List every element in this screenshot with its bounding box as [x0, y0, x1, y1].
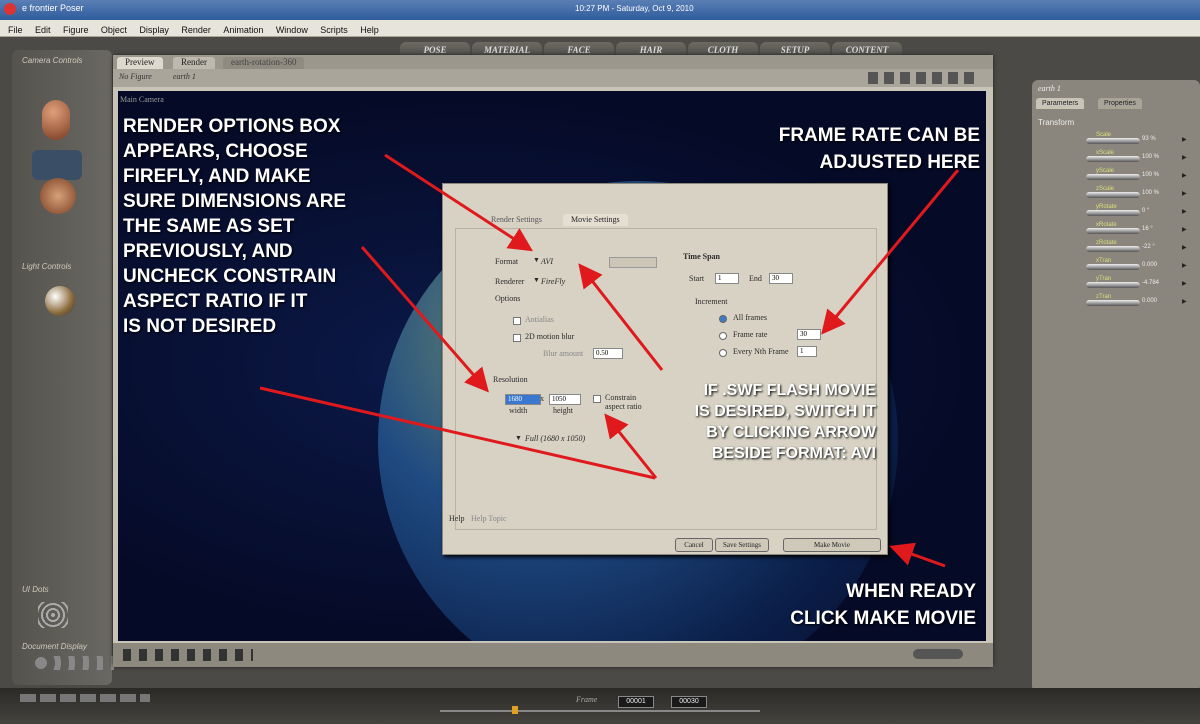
annotation-line: APPEARS, CHOOSE — [123, 141, 308, 162]
annotation-line: BY CLICKING ARROW — [706, 424, 876, 441]
annotation-render-options: RENDER OPTIONS BOX APPEARS, CHOOSE FIREF… — [123, 114, 443, 339]
annotation-line: IS DESIRED, SWITCH IT — [694, 403, 876, 420]
arrow-to-make-movie — [889, 542, 946, 568]
annotation-line: THE SAME AS SET — [123, 216, 295, 237]
annotation-frame-rate: FRAME RATE CAN BE ADJUSTED HERE — [700, 122, 980, 176]
annotation-line: IF .SWF FLASH MOVIE — [703, 382, 876, 399]
annotation-line: ADJUSTED HERE — [819, 152, 980, 173]
annotation-line: CLICK MAKE MOVIE — [790, 608, 976, 629]
annotation-line: SURE DIMENSIONS ARE — [123, 191, 347, 212]
annotation-arrows — [259, 153, 960, 568]
annotation-swf: IF .SWF FLASH MOVIE IS DESIRED, SWITCH I… — [640, 380, 876, 464]
arrow-to-constrain-line — [259, 386, 656, 480]
annotation-make-movie: WHEN READY CLICK MAKE MOVIE — [700, 578, 976, 632]
annotation-line: BESIDE FORMAT: AVI — [711, 445, 876, 462]
annotation-line: WHEN READY — [846, 581, 976, 602]
annotation-line: PREVIOUSLY, AND — [123, 241, 293, 262]
annotation-line: FIREFLY, AND MAKE — [123, 166, 311, 187]
annotation-line: UNCHECK CONSTRAIN — [123, 266, 337, 287]
annotation-line: RENDER OPTIONS BOX — [123, 116, 341, 137]
arrow-to-frame-rate — [821, 169, 960, 335]
arrow-to-format — [578, 263, 664, 371]
annotation-line: ASPECT RATIO IF IT — [123, 291, 308, 312]
annotation-line: FRAME RATE CAN BE — [778, 125, 980, 146]
annotation-line: IS NOT DESIRED — [123, 316, 277, 337]
